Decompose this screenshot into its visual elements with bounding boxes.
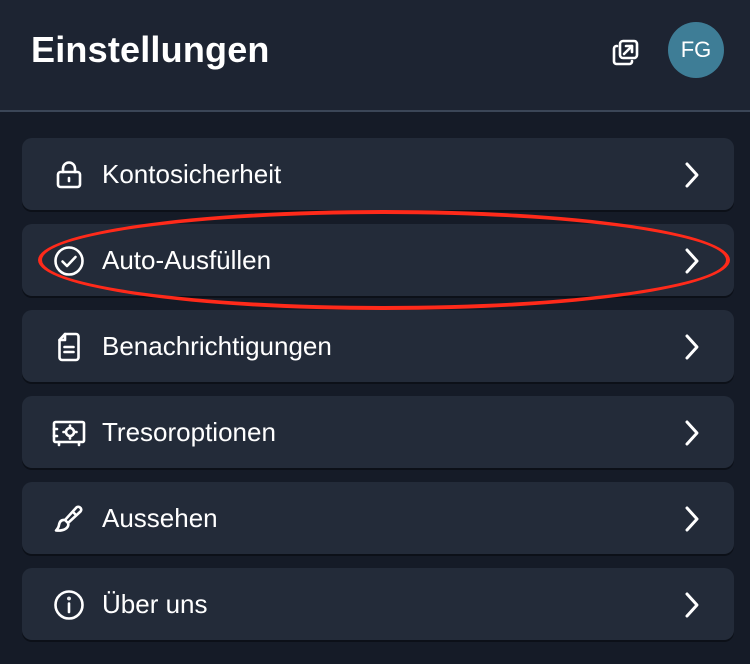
menu-item-aussehen[interactable]: Aussehen — [22, 482, 734, 554]
menu-item-tresoroptionen[interactable]: Tresoroptionen — [22, 396, 734, 468]
chevron-right-icon — [678, 418, 706, 448]
menu-item-ueber-uns[interactable]: Über uns — [22, 568, 734, 640]
menu-item-kontosicherheit[interactable]: Kontosicherheit — [22, 138, 734, 210]
check-circle-icon — [52, 244, 86, 278]
vault-icon — [52, 416, 86, 450]
document-icon — [52, 330, 86, 364]
menu-item-auto-ausfuellen[interactable]: Auto-Ausfüllen — [22, 224, 734, 296]
chevron-right-icon — [678, 504, 706, 534]
page-title: Einstellungen — [31, 29, 270, 70]
chevron-right-icon — [678, 160, 706, 190]
menu-item-label: Kontosicherheit — [102, 159, 282, 189]
menu-item-label: Aussehen — [102, 503, 218, 533]
chevron-right-icon — [678, 590, 706, 620]
popout-icon — [612, 39, 639, 66]
menu-item-label: Auto-Ausfüllen — [102, 245, 272, 275]
info-icon — [52, 588, 86, 622]
menu-item-label: Benachrichtigungen — [102, 331, 332, 361]
menu-item-label: Über uns — [102, 589, 208, 619]
popout-button[interactable] — [608, 34, 644, 70]
settings-menu: Kontosicherheit Auto-Ausfüllen Benachric… — [22, 138, 734, 654]
menu-item-label: Tresoroptionen — [102, 417, 276, 447]
lock-icon — [52, 158, 86, 192]
chevron-right-icon — [678, 332, 706, 362]
menu-item-benachrichtigungen[interactable]: Benachrichtigungen — [22, 310, 734, 382]
chevron-right-icon — [678, 246, 706, 276]
brush-icon — [52, 502, 86, 536]
avatar[interactable]: FG — [668, 22, 724, 78]
header: Einstellungen FG — [0, 0, 750, 112]
